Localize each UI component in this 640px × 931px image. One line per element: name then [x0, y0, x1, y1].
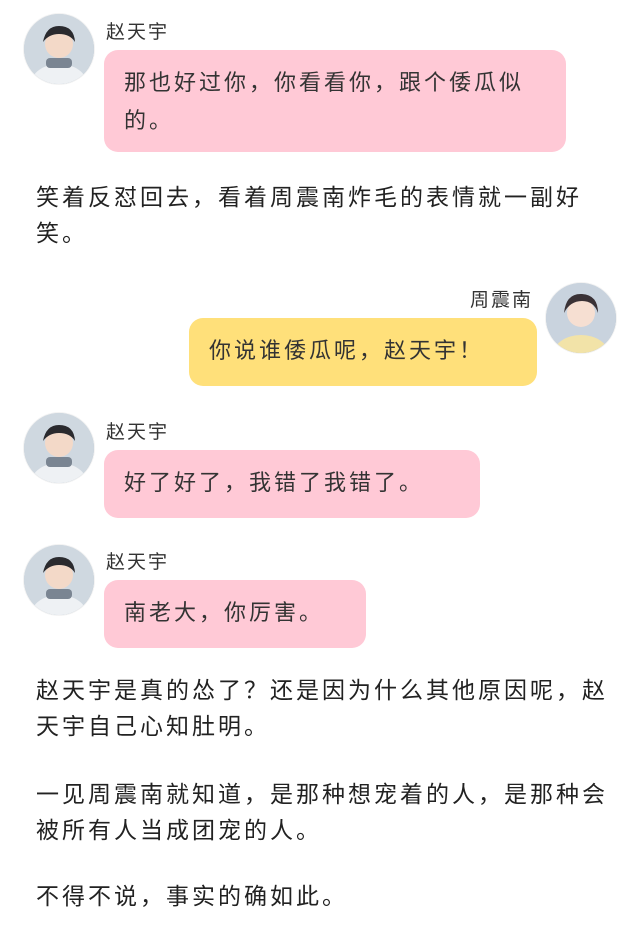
narration-paragraph: 一见周震南就知道，是那种想宠着的人，是那种会被所有人当成团宠的人。	[36, 782, 608, 844]
avatar-zhao-tianyu[interactable]	[24, 545, 94, 615]
chat-bubble: 那也好过你，你看看你，跟个倭瓜似的。	[104, 50, 566, 152]
person-avatar-icon	[546, 283, 616, 353]
avatar-zhao-tianyu[interactable]	[24, 14, 94, 84]
sender-name: 赵天宇	[106, 21, 170, 43]
narration-paragraph: 赵天宇是真的怂了？还是因为什么其他原因呢，赵天宇自己心知肚明。	[36, 678, 608, 740]
chat-bubble: 你说谁倭瓜呢，赵天宇！	[189, 318, 537, 386]
chat-bubble: 南老大，你厉害。	[104, 580, 366, 648]
person-avatar-icon	[24, 545, 94, 615]
avatar-zhou-zhennan[interactable]	[546, 283, 616, 353]
chat-bubble: 好了好了，我错了我错了。	[104, 450, 480, 518]
person-avatar-icon	[24, 14, 94, 84]
avatar-zhao-tianyu[interactable]	[24, 413, 94, 483]
sender-name: 赵天宇	[106, 551, 170, 573]
narration-paragraph: 笑着反怼回去，看着周震南炸毛的表情就一副好笑。	[36, 185, 582, 247]
narration-paragraph: 不得不说，事实的确如此。	[36, 884, 348, 910]
person-avatar-icon	[24, 413, 94, 483]
sender-name: 赵天宇	[106, 421, 170, 443]
sender-name: 周震南	[470, 289, 534, 311]
